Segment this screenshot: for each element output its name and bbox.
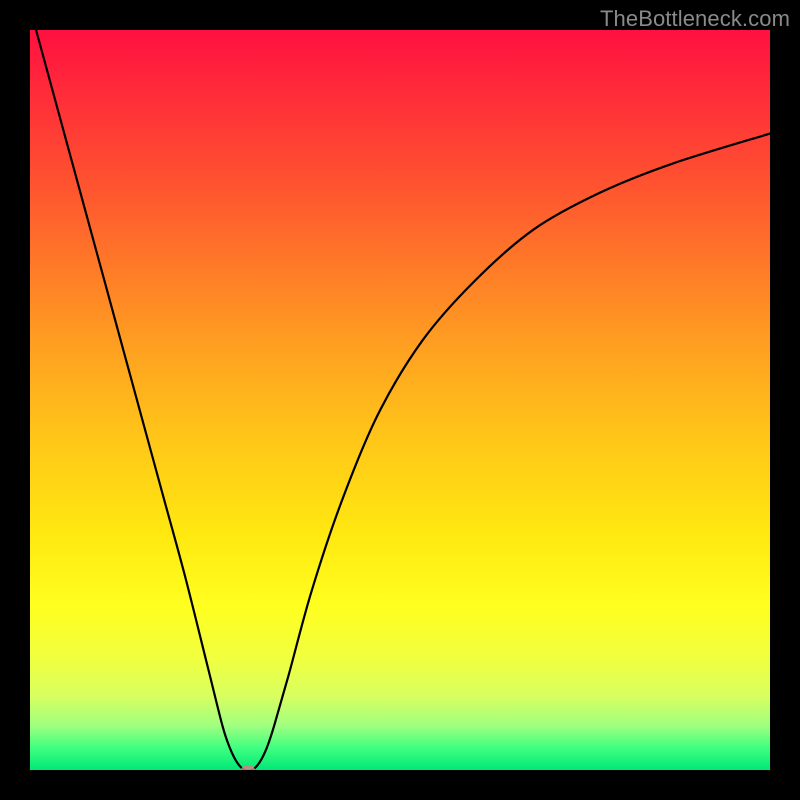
- optimal-point-marker: [241, 765, 255, 770]
- watermark-text: TheBottleneck.com: [600, 6, 790, 32]
- chart-svg: [30, 30, 770, 770]
- bottleneck-curve-line: [30, 30, 770, 770]
- bottleneck-chart: [30, 30, 770, 770]
